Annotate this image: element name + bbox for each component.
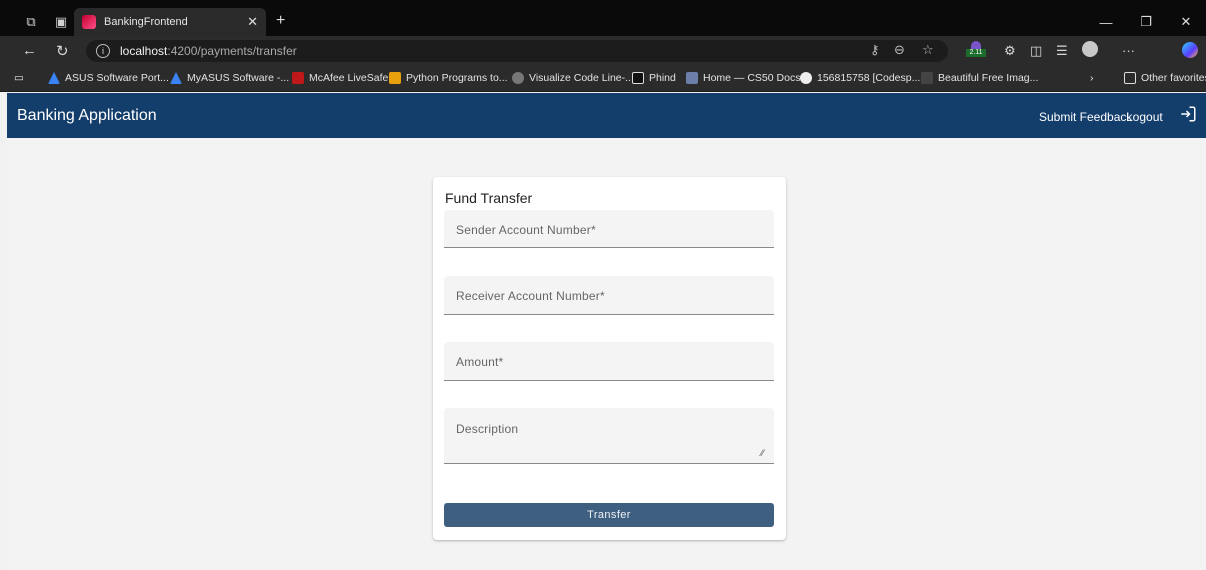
bookmark-8[interactable]: 156815758 [Codesp... bbox=[800, 72, 920, 84]
tab-actions-icon[interactable]: ▣ bbox=[52, 13, 70, 31]
fund-transfer-card: Fund Transfer Sender Account Number* Rec… bbox=[433, 177, 786, 540]
bookmark-3[interactable]: McAfee LiveSafe bbox=[292, 72, 388, 84]
extension-badge: 2.11 bbox=[966, 49, 986, 57]
folder-icon bbox=[1124, 72, 1136, 84]
split-screen-icon[interactable]: ◫ bbox=[1030, 43, 1042, 59]
description-field: Description ⁄⁄ bbox=[444, 408, 774, 464]
bookmark-5[interactable]: Visualize Code Line-... bbox=[512, 72, 634, 84]
description-textarea[interactable] bbox=[444, 408, 774, 463]
workspaces-icon[interactable]: ⧉ bbox=[22, 13, 40, 31]
resize-handle-icon[interactable]: ⁄⁄ bbox=[761, 448, 764, 458]
key-icon[interactable]: ⚷ bbox=[870, 42, 880, 58]
extension-icon[interactable]: 2.11 bbox=[966, 40, 986, 62]
app-title: Banking Application bbox=[17, 107, 157, 124]
mcafee-icon bbox=[292, 72, 304, 84]
bookmarks-apps-icon[interactable]: ▭ bbox=[14, 72, 24, 84]
unsplash-icon bbox=[921, 72, 933, 84]
bookmark-1[interactable]: ASUS Software Port... bbox=[48, 72, 169, 84]
bookmark-6[interactable]: Phind bbox=[632, 72, 676, 84]
receiver-account-input[interactable] bbox=[444, 276, 774, 314]
window-top-strip bbox=[0, 0, 1206, 8]
app-toolbar: Banking Application Submit Feedback Logo… bbox=[7, 93, 1206, 138]
window-controls: — ❐ ✕ bbox=[1086, 8, 1206, 36]
logout-link[interactable]: Logout bbox=[1126, 110, 1163, 124]
amount-input[interactable] bbox=[444, 342, 774, 380]
logout-icon[interactable] bbox=[1179, 105, 1197, 123]
form-title: Fund Transfer bbox=[445, 190, 533, 206]
myasus-icon bbox=[170, 72, 182, 84]
asus-icon bbox=[48, 72, 60, 84]
sender-account-input[interactable] bbox=[444, 210, 774, 247]
cs50-docs-icon bbox=[686, 72, 698, 84]
browser-tab[interactable]: BankingFrontend ✕ bbox=[74, 8, 266, 36]
submit-feedback-link[interactable]: Submit Feedback bbox=[1039, 110, 1132, 124]
github-icon bbox=[800, 72, 812, 84]
bookmarks-bar: ▭ ASUS Software Port... MyASUS Software … bbox=[0, 66, 1206, 92]
bookmark-4[interactable]: Python Programs to... bbox=[389, 72, 508, 84]
sender-account-field: Sender Account Number* bbox=[444, 210, 774, 248]
refresh-icon[interactable]: ↻ bbox=[56, 42, 69, 60]
python-programs-icon bbox=[389, 72, 401, 84]
zoom-icon[interactable]: ⊖ bbox=[894, 42, 905, 58]
more-options-icon[interactable]: ··· bbox=[1122, 43, 1135, 58]
bookmark-2[interactable]: MyASUS Software -... bbox=[170, 72, 289, 84]
close-window-icon[interactable]: ✕ bbox=[1166, 14, 1206, 30]
amount-field: Amount* bbox=[444, 342, 774, 381]
phind-icon bbox=[632, 72, 644, 84]
receiver-account-field: Receiver Account Number* bbox=[444, 276, 774, 315]
url-path: :4200/payments/transfer bbox=[167, 44, 297, 58]
transfer-button[interactable]: Transfer bbox=[444, 503, 774, 527]
bookmarks-overflow-icon[interactable]: › bbox=[1090, 72, 1094, 84]
bookmark-7[interactable]: Home — CS50 Docs bbox=[686, 72, 800, 84]
tab-title: BankingFrontend bbox=[104, 16, 188, 28]
new-tab-icon[interactable]: + bbox=[276, 12, 285, 30]
extensions-puzzle-icon[interactable]: ⚙ bbox=[1004, 43, 1016, 59]
copilot-icon[interactable] bbox=[1182, 42, 1198, 58]
tab-bar: ⧉ ▣ BankingFrontend ✕ + — ❐ ✕ bbox=[0, 8, 1206, 36]
restore-icon[interactable]: ❐ bbox=[1126, 14, 1166, 30]
bookmark-9[interactable]: Beautiful Free Imag... bbox=[921, 72, 1038, 84]
url-input[interactable]: i localhost:4200/payments/transfer ⚷ ⊖ ☆ bbox=[86, 40, 948, 62]
visualize-code-icon bbox=[512, 72, 524, 84]
other-favorites[interactable]: Other favorites bbox=[1124, 72, 1206, 84]
site-info-icon[interactable]: i bbox=[96, 44, 110, 58]
favorite-star-icon[interactable]: ☆ bbox=[922, 42, 934, 58]
favorites-list-icon[interactable]: ☰ bbox=[1056, 43, 1068, 59]
minimize-icon[interactable]: — bbox=[1086, 15, 1126, 30]
angular-favicon-icon bbox=[82, 15, 96, 29]
profile-avatar[interactable] bbox=[1082, 41, 1098, 57]
address-bar: ← ↻ i localhost:4200/payments/transfer ⚷… bbox=[0, 36, 1206, 66]
back-icon[interactable]: ← bbox=[22, 42, 37, 59]
url-host: localhost bbox=[120, 44, 168, 58]
close-tab-icon[interactable]: ✕ bbox=[247, 14, 258, 30]
